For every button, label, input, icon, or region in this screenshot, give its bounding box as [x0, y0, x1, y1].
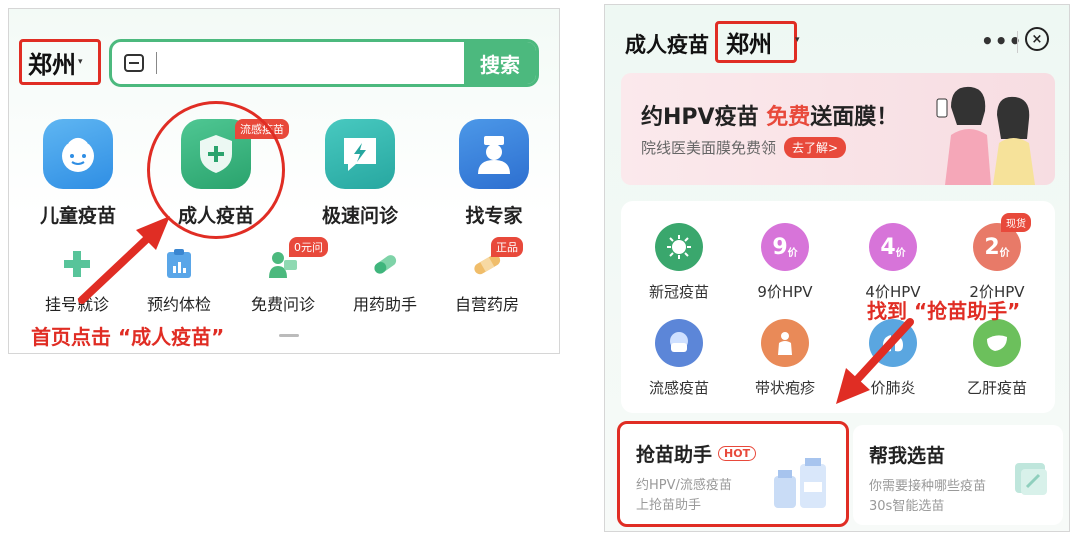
caret-down-icon: ▾	[795, 35, 800, 45]
adult-vaccine-screen-panel: 成人疫苗 郑州 ▾ ••• × 约HPV疫苗 免费送面膜！ 院线医美面膜免费领 …	[604, 4, 1070, 532]
instruction-caption: 首页点击 “成人疫苗”	[31, 325, 225, 349]
service-pharmacy[interactable]: 自营药房	[437, 247, 537, 315]
hpv4-badge-icon: 4价	[869, 223, 917, 271]
service-label: 极速问诊	[321, 205, 398, 227]
lungs-icon	[869, 319, 917, 367]
service-label: 找专家	[465, 205, 523, 227]
vaccine-snatch-helper-card[interactable]: 抢苗助手 HOT 约HPV/流感疫苗 上抢苗助手	[617, 421, 849, 527]
vaccine-vials-icon	[774, 458, 826, 508]
service-free-consult[interactable]: 免费问诊	[233, 247, 333, 315]
secondary-services-row: 挂号就诊 预约体检 免费问诊 用药助手 自营药房	[9, 247, 559, 327]
service-label: 挂号就诊	[44, 295, 109, 314]
service-child-vaccine[interactable]: 儿童疫苗	[23, 119, 133, 228]
service-label: 用药助手	[352, 295, 417, 314]
service-find-expert[interactable]: 找专家	[439, 119, 549, 228]
mask-face-icon	[655, 319, 703, 367]
lightning-chat-icon	[325, 119, 395, 189]
vaccine-hpv2[interactable]: 2价 2价HPV	[947, 223, 1047, 302]
vaccine-label: 价肺炎	[870, 379, 916, 397]
home-screen-panel: 郑州 ▾ 搜索 儿童疫苗 成人疫苗 极速问诊 找专家 流感疫苗 挂号就诊 预约体…	[8, 8, 560, 354]
search-input[interactable]	[157, 42, 464, 84]
service-label: 自营药房	[454, 295, 519, 314]
hot-tag: HOT	[718, 446, 757, 461]
syringe-box-icon	[1015, 463, 1047, 495]
virus-icon	[655, 223, 703, 271]
pill-icon	[368, 247, 402, 281]
instruction-caption: 找到 “抢苗助手”	[867, 299, 1021, 323]
card-title: 抢苗助手 HOT	[636, 440, 757, 467]
help-me-choose-card[interactable]: 帮我选苗 你需要接种哪些疫苗 30s智能选苗	[853, 425, 1063, 525]
hpv-promo-banner[interactable]: 约HPV疫苗 免费送面膜！ 院线医美面膜免费领 去了解>	[621, 73, 1055, 185]
card-title: 帮我选苗	[869, 445, 946, 467]
service-medication-helper[interactable]: 用药助手	[335, 247, 435, 315]
card-subtitle: 约HPV/流感疫苗 上抢苗助手	[636, 478, 732, 513]
liver-icon	[973, 319, 1021, 367]
vaccine-label: 新冠疫苗	[648, 283, 709, 301]
card-subtitle: 你需要接种哪些疫苗 30s智能选苗	[869, 479, 987, 514]
genuine-badge: 正品	[491, 237, 523, 257]
vaccine-hpv9[interactable]: 9价 9价HPV	[735, 223, 835, 302]
learn-more-button[interactable]: 去了解>	[784, 137, 847, 158]
vaccine-label: 流感疫苗	[648, 379, 709, 397]
close-icon[interactable]: ×	[1025, 27, 1049, 51]
highlight-circle	[147, 101, 285, 239]
search-bar: 搜索	[109, 39, 539, 87]
capsule-divider	[1017, 31, 1018, 53]
banner-subtitle: 院线医美面膜免费领 去了解>	[641, 137, 847, 158]
service-checkup[interactable]: 预约体检	[129, 247, 229, 315]
in-stock-badge: 现货	[1001, 213, 1031, 232]
two-women-illustration-icon	[936, 86, 1035, 185]
location-text: 郑州	[28, 50, 76, 79]
scroll-indicator	[279, 334, 299, 337]
medical-cross-icon	[60, 247, 94, 281]
child-face-icon	[43, 119, 113, 189]
vaccine-hepb[interactable]: 乙肝疫苗	[947, 319, 1047, 398]
location-text: 郑州	[726, 32, 772, 58]
vaccine-pneumonia[interactable]: 价肺炎	[843, 319, 943, 398]
scan-icon[interactable]	[112, 42, 156, 84]
banner-highlight: 免费	[766, 105, 811, 130]
service-label: 免费问诊	[250, 295, 315, 314]
banner-title: 约HPV疫苗 免费送面膜！	[641, 105, 899, 130]
body-icon	[761, 319, 809, 367]
page-title: 成人疫苗	[625, 33, 709, 57]
free-consult-badge: 0元问	[289, 237, 328, 257]
vaccine-hpv4[interactable]: 4价 4价HPV	[843, 223, 943, 302]
doctor-icon	[459, 119, 529, 189]
vaccine-label: 9价HPV	[757, 283, 813, 301]
vaccine-flu[interactable]: 流感疫苗	[629, 319, 729, 398]
location-selector[interactable]: 郑州 ▾	[19, 39, 101, 85]
caret-down-icon: ▾	[78, 57, 83, 67]
vaccine-label: 带状疱疹	[754, 379, 815, 397]
service-label: 儿童疫苗	[39, 205, 116, 227]
service-quick-consult[interactable]: 极速问诊	[305, 119, 415, 228]
hpv9-badge-icon: 9价	[761, 223, 809, 271]
vaccine-shingles[interactable]: 带状疱疹	[735, 319, 835, 398]
search-button[interactable]: 搜索	[464, 42, 536, 84]
vaccine-label: 乙肝疫苗	[966, 379, 1027, 397]
service-registration[interactable]: 挂号就诊	[27, 247, 127, 315]
location-selector[interactable]: 郑州	[715, 21, 797, 63]
clipboard-chart-icon	[162, 247, 196, 281]
service-label: 预约体检	[146, 295, 211, 314]
vaccine-covid[interactable]: 新冠疫苗	[629, 223, 729, 302]
